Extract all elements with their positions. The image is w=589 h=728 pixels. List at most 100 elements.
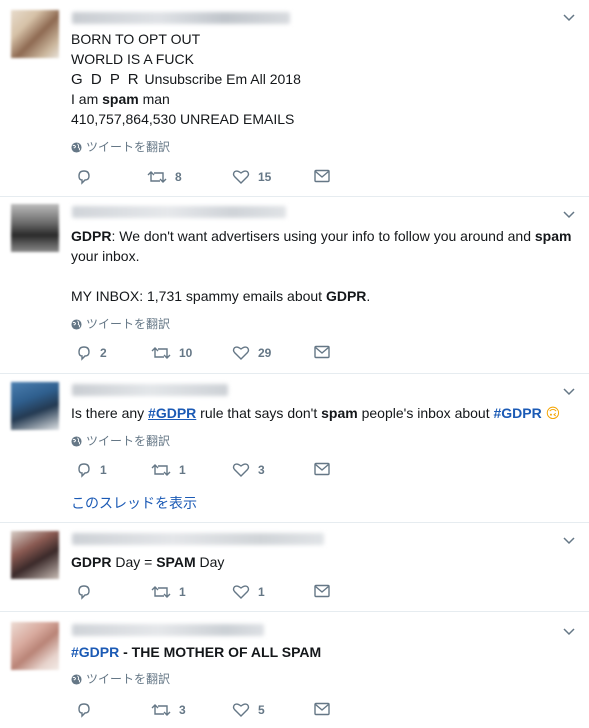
retweet-button[interactable]: 8 bbox=[147, 169, 182, 185]
message-button[interactable] bbox=[314, 169, 330, 183]
reply-button[interactable]: 1 bbox=[76, 462, 107, 478]
reply-count: 2 bbox=[100, 346, 107, 360]
globe-icon bbox=[71, 318, 82, 330]
retweet-button[interactable]: 3 bbox=[151, 702, 186, 718]
reply-button[interactable] bbox=[76, 584, 92, 600]
like-button[interactable]: 1 bbox=[232, 584, 265, 600]
retweet-icon bbox=[151, 464, 171, 476]
avatar[interactable] bbox=[11, 10, 59, 58]
heart-icon bbox=[232, 463, 250, 477]
avatar[interactable] bbox=[11, 204, 59, 252]
tweet-1[interactable]: BORN TO OPT OUT WORLD IS A FUCK G D P R … bbox=[0, 0, 589, 197]
avatar[interactable] bbox=[11, 531, 59, 579]
like-count: 15 bbox=[258, 170, 272, 184]
translate-link[interactable]: ツイートを翻訳 bbox=[71, 672, 170, 686]
retweet-count: 3 bbox=[179, 703, 186, 717]
envelope-icon bbox=[314, 584, 330, 598]
tweet-text-line: WORLD IS A FUCK bbox=[71, 51, 194, 67]
like-button[interactable]: 3 bbox=[232, 462, 265, 478]
tweet-actions: 1 1 bbox=[71, 584, 341, 602]
tweet-3[interactable]: Is there any #GDPR rule that says don't … bbox=[0, 374, 589, 523]
like-count: 29 bbox=[258, 346, 272, 360]
like-button[interactable]: 29 bbox=[232, 345, 271, 361]
retweet-icon bbox=[151, 586, 171, 598]
retweet-button[interactable]: 10 bbox=[151, 345, 192, 361]
author-name-blurred[interactable] bbox=[72, 624, 264, 636]
retweet-count: 10 bbox=[179, 346, 193, 360]
retweet-count: 1 bbox=[179, 585, 186, 599]
chevron-down-icon[interactable] bbox=[563, 14, 575, 24]
chevron-down-icon[interactable] bbox=[563, 388, 575, 398]
retweet-count: 8 bbox=[175, 170, 182, 184]
reply-button[interactable]: 2 bbox=[76, 345, 107, 361]
reply-icon bbox=[78, 346, 90, 361]
tweet-text-line: BORN TO OPT OUT bbox=[71, 31, 201, 47]
upside-down-face-emoji: 🙃 bbox=[545, 405, 561, 421]
hashtag-link[interactable]: #GDPR bbox=[148, 405, 196, 421]
envelope-icon bbox=[314, 169, 330, 183]
like-count: 3 bbox=[258, 463, 265, 477]
hashtag-link[interactable]: #GDPR bbox=[71, 644, 119, 660]
avatar[interactable] bbox=[11, 622, 59, 670]
translate-link[interactable]: ツイートを翻訳 bbox=[71, 140, 170, 154]
retweet-icon bbox=[151, 347, 171, 359]
show-thread-link[interactable]: このスレッドを表示 bbox=[71, 493, 197, 513]
tweet-text-line: 410,757,864,530 UNREAD EMAILS bbox=[71, 111, 295, 127]
reply-icon bbox=[78, 170, 90, 185]
reply-button[interactable] bbox=[76, 702, 92, 718]
chevron-down-icon[interactable] bbox=[563, 628, 575, 638]
reply-icon bbox=[78, 703, 90, 718]
translate-link[interactable]: ツイートを翻訳 bbox=[71, 317, 170, 331]
hashtag-link[interactable]: #GDPR bbox=[494, 405, 542, 421]
heart-icon bbox=[232, 170, 250, 184]
translate-label: ツイートを翻訳 bbox=[86, 672, 171, 686]
reply-icon bbox=[78, 585, 90, 600]
tweet-text-line: I am spam man bbox=[71, 91, 170, 107]
tweet-text-line: your inbox. bbox=[71, 248, 140, 264]
message-button[interactable] bbox=[314, 702, 330, 716]
tweet-text-line: GDPR: We don't want advertisers using yo… bbox=[71, 228, 572, 244]
avatar[interactable] bbox=[11, 382, 59, 430]
envelope-icon bbox=[314, 345, 330, 359]
tweet-text-line: MY INBOX: 1,731 spammy emails about GDPR… bbox=[71, 288, 371, 304]
translate-link[interactable]: ツイートを翻訳 bbox=[71, 434, 170, 448]
retweet-button[interactable]: 1 bbox=[151, 462, 186, 478]
envelope-icon bbox=[314, 702, 330, 716]
globe-icon bbox=[71, 673, 82, 685]
reply-count: 1 bbox=[100, 463, 107, 477]
tweet-text-line: G D P R Unsubscribe Em All 2018 bbox=[71, 71, 301, 88]
envelope-icon bbox=[314, 462, 330, 476]
like-count: 5 bbox=[258, 703, 265, 717]
tweet-actions: 3 5 bbox=[71, 702, 341, 720]
author-name-blurred[interactable] bbox=[72, 384, 228, 396]
message-button[interactable] bbox=[314, 584, 330, 598]
tweet-text-line: GDPR Day = SPAM Day bbox=[71, 554, 225, 570]
globe-icon bbox=[71, 141, 82, 153]
tweet-2[interactable]: GDPR: We don't want advertisers using yo… bbox=[0, 197, 589, 374]
globe-icon bbox=[71, 435, 82, 447]
tweet-5[interactable]: #GDPR - THE MOTHER OF ALL SPAM ツイートを翻訳 3… bbox=[0, 612, 589, 728]
author-name-blurred[interactable] bbox=[72, 533, 324, 545]
chevron-down-icon[interactable] bbox=[563, 537, 575, 547]
translate-label: ツイートを翻訳 bbox=[86, 434, 171, 448]
reply-button[interactable] bbox=[76, 169, 92, 185]
author-name-blurred[interactable] bbox=[72, 206, 286, 218]
tweet-text-line: Is there any #GDPR rule that says don't … bbox=[71, 405, 561, 421]
tweet-4[interactable]: GDPR Day = SPAM Day 1 1 bbox=[0, 523, 589, 612]
retweet-count: 1 bbox=[179, 463, 186, 477]
translate-label: ツイートを翻訳 bbox=[86, 317, 171, 331]
heart-icon bbox=[232, 585, 250, 599]
message-button[interactable] bbox=[314, 462, 330, 476]
translate-label: ツイートを翻訳 bbox=[86, 140, 171, 154]
retweet-button[interactable]: 1 bbox=[151, 584, 186, 600]
like-button[interactable]: 15 bbox=[232, 169, 271, 185]
author-name-blurred[interactable] bbox=[72, 12, 290, 24]
message-button[interactable] bbox=[314, 345, 330, 359]
tweet-text-line: #GDPR - THE MOTHER OF ALL SPAM bbox=[71, 644, 322, 660]
chevron-down-icon[interactable] bbox=[563, 211, 575, 221]
like-button[interactable]: 5 bbox=[232, 702, 265, 718]
heart-icon bbox=[232, 703, 250, 717]
tweet-actions: 8 15 bbox=[71, 169, 341, 187]
tweet-actions: 1 1 3 bbox=[71, 462, 341, 480]
retweet-icon bbox=[147, 171, 167, 183]
